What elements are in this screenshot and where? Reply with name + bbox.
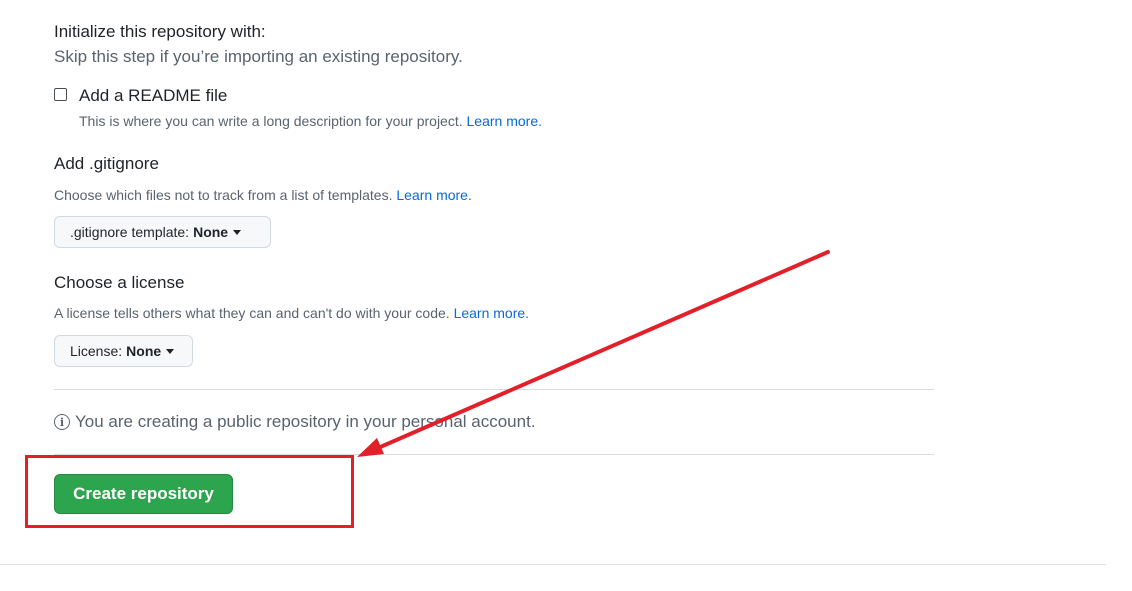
footer-divider <box>0 564 1106 565</box>
annotation-arrow <box>357 250 830 457</box>
